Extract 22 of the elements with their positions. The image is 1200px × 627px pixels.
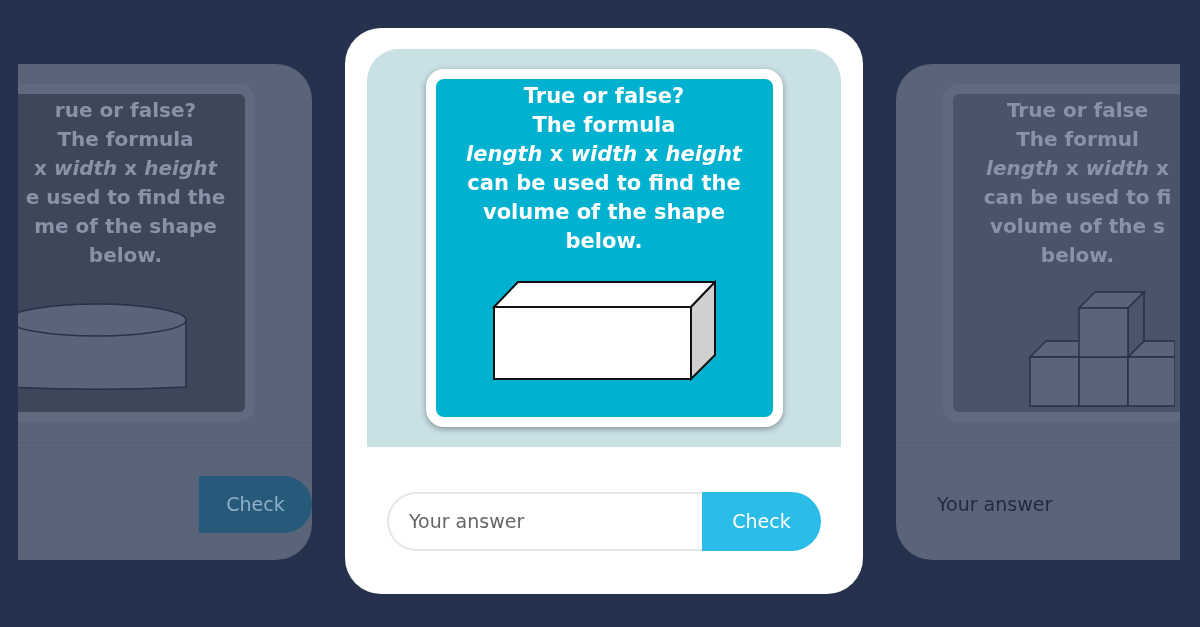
- question-text: length x width x height: [466, 140, 742, 168]
- question-text: volume of the shape: [483, 198, 725, 226]
- question-text: below.: [88, 242, 163, 269]
- question-text: rue or false?: [54, 97, 197, 124]
- question-text: can be used to find the: [467, 169, 741, 197]
- question-text: below.: [565, 227, 643, 255]
- question-text: True or false: [1006, 97, 1149, 124]
- check-button[interactable]: Check: [199, 476, 312, 533]
- question-text: volume of the s: [990, 213, 1165, 240]
- question-text: below.: [1040, 242, 1115, 269]
- question-text: can be used to fi: [983, 184, 1172, 211]
- question-text: x width x height: [34, 155, 217, 182]
- input-field[interactable]: Your answer: [916, 476, 1180, 533]
- question-text: True or false?: [523, 82, 685, 110]
- question-text: me of the shape: [34, 213, 217, 240]
- check-button[interactable]: Check: [702, 491, 821, 551]
- question-text: The formula: [532, 111, 676, 139]
- question-text: The formula: [57, 126, 194, 153]
- question-text: e used to find the: [25, 184, 226, 211]
- question-text: The formul: [1016, 126, 1139, 153]
- answer-field[interactable]: Your answer: [387, 491, 702, 551]
- question-text: length x width x: [986, 155, 1169, 182]
